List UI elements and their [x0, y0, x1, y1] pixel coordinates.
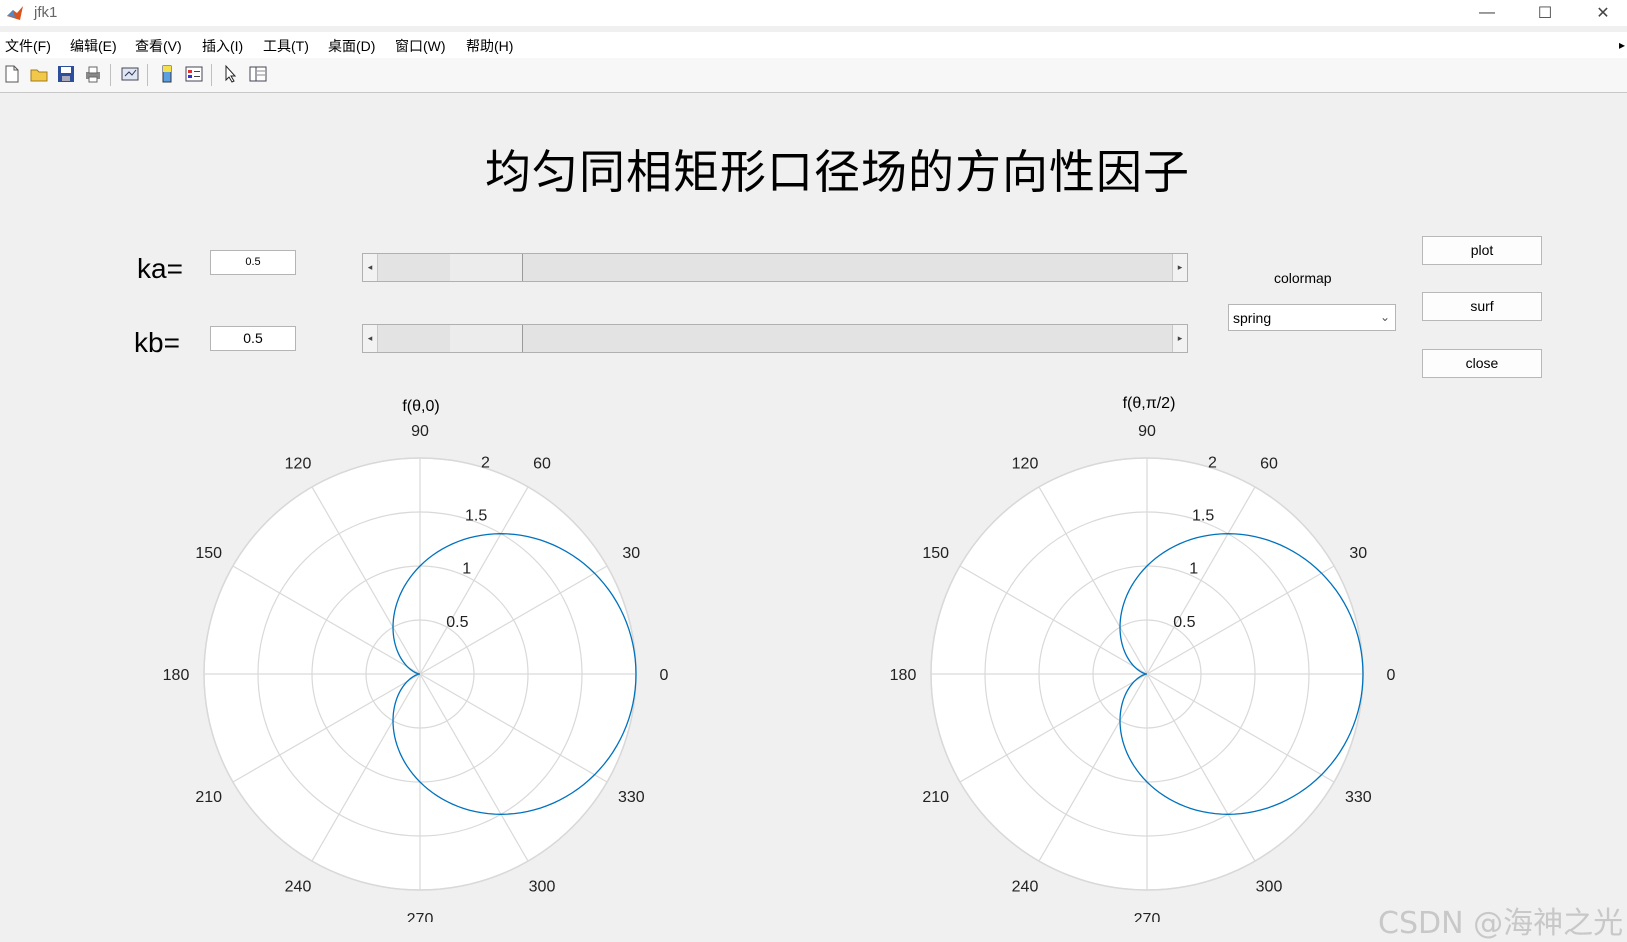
property-editor-icon[interactable] [248, 64, 268, 84]
matlab-app-icon [7, 6, 23, 20]
menu-insert[interactable]: 插入(I) [202, 36, 243, 56]
r-tick-label: 2 [481, 454, 490, 471]
figure-toolbar [0, 58, 1627, 93]
theta-tick-label: 180 [890, 667, 917, 684]
r-tick-label: 2 [1208, 454, 1217, 471]
theta-tick-label: 120 [285, 456, 312, 473]
print-icon[interactable] [83, 64, 103, 84]
menu-desktop[interactable]: 桌面(D) [328, 36, 375, 56]
r-tick-label: 0.5 [446, 614, 468, 631]
theta-tick-label: 240 [1012, 878, 1039, 895]
polar-axes-1: 0 30 60 90 120 150 180 210 240 270 300 330 0.5 1 1.5 2 [163, 423, 669, 922]
theta-tick-label: 60 [1260, 456, 1278, 473]
csdn-watermark: CSDN @海神之光 [1378, 906, 1624, 941]
slider-left-arrow-icon[interactable]: ◂ [363, 254, 378, 281]
close-window-button[interactable]: ✕ [1580, 0, 1626, 26]
menu-bar: 文件(F) 编辑(E) 查看(V) 插入(I) 工具(T) 桌面(D) 窗口(W… [0, 32, 1627, 58]
r-tick-label: 1.5 [1192, 507, 1214, 524]
polar-plot-2: 0 30 60 90 120 150 180 210 240 270 300 330 0.5 1 1.5 2 [877, 392, 1417, 922]
slider-right-arrow-icon[interactable]: ▸ [1172, 254, 1187, 281]
r-tick-label: 0.5 [1173, 614, 1195, 631]
plot-button[interactable]: plot [1422, 236, 1542, 265]
theta-tick-label: 150 [922, 545, 949, 562]
toolbar-separator [147, 64, 148, 86]
toolbar-separator [211, 64, 212, 86]
polar-axes-2: 0 30 60 90 120 150 180 210 240 270 300 330 0.5 1 1.5 2 [890, 423, 1396, 922]
theta-tick-label: 210 [922, 789, 949, 806]
menu-view[interactable]: 查看(V) [135, 36, 182, 56]
window-titlebar: jfk1 — ☐ ✕ [0, 0, 1627, 26]
r-tick-label: 1 [462, 561, 471, 578]
kb-label: kb= [134, 327, 180, 358]
theta-tick-label: 210 [195, 789, 222, 806]
theta-tick-label: 270 [407, 911, 434, 922]
ka-slider[interactable]: ◂ ▸ [362, 253, 1188, 282]
theta-tick-label: 150 [195, 545, 222, 562]
slider-left-arrow-icon[interactable]: ◂ [363, 325, 378, 352]
theta-tick-label: 270 [1134, 911, 1161, 922]
menu-tools[interactable]: 工具(T) [263, 36, 309, 56]
theta-tick-label: 120 [1012, 456, 1039, 473]
colormap-selected-value: spring [1233, 310, 1272, 326]
figure-title: 均匀同相矩形口径场的方向性因子 [485, 145, 1190, 199]
menu-edit[interactable]: 编辑(E) [70, 36, 117, 56]
r-tick-label: 1 [1189, 561, 1198, 578]
chevron-down-icon: ⌄ [1379, 310, 1390, 324]
r-tick-label: 1.5 [465, 507, 487, 524]
menu-overflow-icon[interactable]: ▸ [1619, 38, 1625, 52]
theta-tick-label: 0 [660, 667, 669, 684]
theta-tick-label: 90 [1138, 423, 1156, 440]
theta-tick-label: 30 [622, 545, 640, 562]
slider-right-arrow-icon[interactable]: ▸ [1172, 325, 1187, 352]
theta-tick-label: 330 [1345, 789, 1372, 806]
surf-button[interactable]: surf [1422, 292, 1542, 321]
theta-tick-label: 60 [533, 456, 551, 473]
minimize-button[interactable]: — [1464, 0, 1510, 26]
theta-tick-label: 300 [529, 878, 556, 895]
ka-slider-thumb[interactable] [449, 254, 523, 281]
open-file-icon[interactable] [29, 64, 49, 84]
colormap-label: colormap [1274, 270, 1332, 286]
menu-help[interactable]: 帮助(H) [466, 36, 513, 56]
theta-tick-label: 180 [163, 667, 190, 684]
colormap-dropdown[interactable]: spring ⌄ [1228, 304, 1396, 331]
theta-tick-label: 330 [618, 789, 645, 806]
toolbar-separator [110, 64, 111, 86]
insert-colorbar-icon[interactable] [157, 64, 177, 84]
ka-edit-field[interactable]: 0.5 [210, 250, 296, 275]
theta-tick-label: 90 [411, 423, 429, 440]
new-figure-icon[interactable] [2, 64, 22, 84]
maximize-button[interactable]: ☐ [1522, 0, 1568, 26]
insert-legend-icon[interactable] [184, 64, 204, 84]
link-plot-icon[interactable] [120, 64, 140, 84]
kb-edit-field[interactable]: 0.5 [210, 326, 296, 351]
kb-slider-thumb[interactable] [449, 325, 523, 352]
window-title: jfk1 [34, 4, 58, 21]
theta-tick-label: 0 [1387, 667, 1396, 684]
kb-slider[interactable]: ◂ ▸ [362, 324, 1188, 353]
close-button[interactable]: close [1422, 349, 1542, 378]
theta-tick-label: 240 [285, 878, 312, 895]
save-icon[interactable] [56, 64, 76, 84]
edit-plot-icon[interactable] [221, 64, 241, 84]
menu-window[interactable]: 窗口(W) [395, 36, 446, 56]
theta-tick-label: 30 [1349, 545, 1367, 562]
polar-plot-1: 0 30 60 90 120 150 180 210 240 270 300 330 0.5 1 1.5 2 [150, 392, 690, 922]
menu-file[interactable]: 文件(F) [5, 36, 51, 56]
theta-tick-label: 300 [1256, 878, 1283, 895]
ka-label: ka= [137, 253, 183, 284]
